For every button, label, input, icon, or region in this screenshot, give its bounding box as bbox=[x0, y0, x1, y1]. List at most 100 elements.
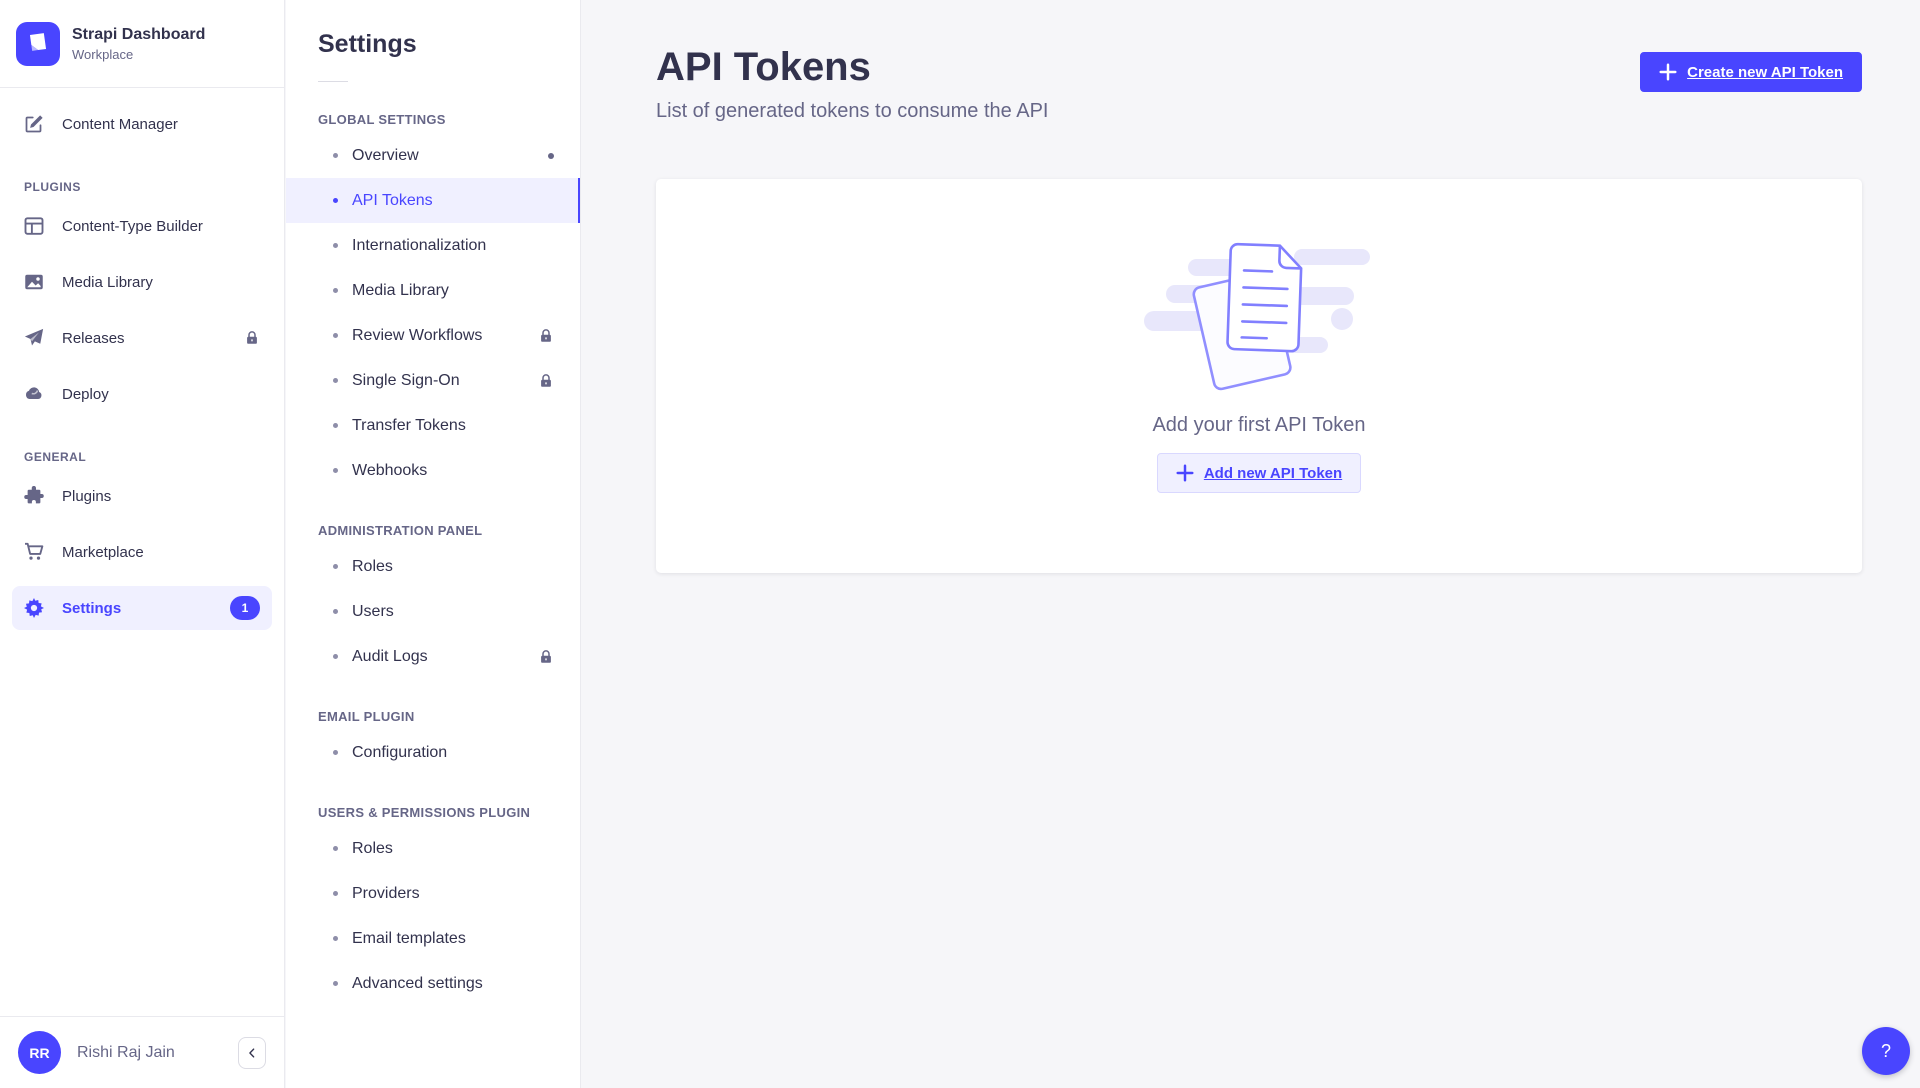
settings-item-label: Providers bbox=[352, 885, 420, 903]
sidebar-item-settings[interactable]: Settings 1 bbox=[12, 586, 272, 630]
settings-item-label: Overview bbox=[352, 147, 419, 165]
chevron-left-icon bbox=[246, 1047, 258, 1059]
settings-item-audit-logs[interactable]: Audit Logs bbox=[286, 634, 580, 679]
settings-item-roles[interactable]: Roles bbox=[286, 544, 580, 589]
bullet-icon bbox=[333, 468, 338, 473]
add-api-token-label: Add new API Token bbox=[1204, 465, 1342, 482]
api-tokens-empty-card: Add your first API Token Add new API Tok… bbox=[656, 179, 1862, 573]
main-sidebar: Strapi Dashboard Workplace Content Manag… bbox=[0, 0, 285, 1088]
bullet-icon bbox=[333, 153, 338, 158]
sidebar-item-label: Releases bbox=[62, 330, 125, 347]
add-api-token-button[interactable]: Add new API Token bbox=[1157, 453, 1361, 493]
sidebar-item-label: Marketplace bbox=[62, 544, 144, 561]
settings-item-transfer-tokens[interactable]: Transfer Tokens bbox=[286, 403, 580, 448]
bullet-icon bbox=[333, 564, 338, 569]
sidebar-item-label: Settings bbox=[62, 600, 121, 617]
settings-item-configuration[interactable]: Configuration bbox=[286, 730, 580, 775]
settings-item-label: Webhooks bbox=[352, 462, 427, 480]
paper-plane-icon bbox=[24, 328, 44, 348]
layout-icon bbox=[24, 216, 44, 236]
sidebar-item-releases[interactable]: Releases bbox=[12, 316, 272, 360]
sidebar-item-deploy[interactable]: Deploy bbox=[12, 372, 272, 416]
help-button[interactable]: ? bbox=[1862, 1027, 1910, 1075]
create-api-token-label: Create new API Token bbox=[1687, 64, 1843, 81]
lock-icon bbox=[538, 373, 554, 389]
workspace-header[interactable]: Strapi Dashboard Workplace bbox=[0, 0, 284, 88]
bullet-icon bbox=[333, 846, 338, 851]
bullet-icon bbox=[333, 198, 338, 203]
settings-item-single-sign-on[interactable]: Single Sign-On bbox=[286, 358, 580, 403]
sidebar-item-label: Plugins bbox=[62, 488, 111, 505]
sidebar-item-label: Media Library bbox=[62, 274, 153, 291]
user-name: Rishi Raj Jain bbox=[77, 1044, 175, 1062]
lock-icon bbox=[538, 328, 554, 344]
plus-icon bbox=[1659, 63, 1677, 81]
settings-item-label: Email templates bbox=[352, 930, 466, 948]
main-content: API Tokens List of generated tokens to c… bbox=[582, 0, 1920, 1088]
bullet-icon bbox=[333, 378, 338, 383]
question-mark-icon: ? bbox=[1881, 1041, 1891, 1062]
puzzle-icon bbox=[24, 486, 44, 506]
sidebar-item-media-library[interactable]: Media Library bbox=[12, 260, 272, 304]
settings-item-label: Advanced settings bbox=[352, 975, 483, 993]
create-api-token-button[interactable]: Create new API Token bbox=[1640, 52, 1862, 92]
bullet-icon bbox=[333, 288, 338, 293]
bullet-icon bbox=[333, 654, 338, 659]
sidebar-item-label: Content Manager bbox=[62, 116, 178, 133]
section-administration-panel: ADMINISTRATION PANEL bbox=[318, 523, 548, 538]
settings-item-label: Transfer Tokens bbox=[352, 417, 466, 435]
settings-item-label: Single Sign-On bbox=[352, 372, 460, 390]
sidebar-item-plugins[interactable]: Plugins bbox=[12, 474, 272, 518]
settings-item-overview[interactable]: Overview bbox=[286, 133, 580, 178]
bullet-icon bbox=[333, 609, 338, 614]
bullet-icon bbox=[333, 423, 338, 428]
settings-item-label: Review Workflows bbox=[352, 327, 482, 345]
settings-item-review-workflows[interactable]: Review Workflows bbox=[286, 313, 580, 358]
workspace-title: Strapi Dashboard bbox=[72, 25, 205, 45]
strapi-logo-icon bbox=[16, 22, 60, 66]
section-email-plugin: EMAIL PLUGIN bbox=[318, 709, 548, 724]
avatar[interactable]: RR bbox=[18, 1031, 61, 1074]
settings-item-advanced-settings[interactable]: Advanced settings bbox=[286, 961, 580, 1006]
nav-section-plugins: PLUGINS bbox=[12, 158, 272, 204]
settings-item-label: Media Library bbox=[352, 282, 449, 300]
settings-item-providers[interactable]: Providers bbox=[286, 871, 580, 916]
lock-icon bbox=[538, 649, 554, 665]
section-global-settings: GLOBAL SETTINGS bbox=[318, 112, 548, 127]
settings-item-internationalization[interactable]: Internationalization bbox=[286, 223, 580, 268]
settings-item-label: Audit Logs bbox=[352, 648, 428, 666]
image-icon bbox=[24, 272, 44, 292]
sidebar-item-content-type-builder[interactable]: Content-Type Builder bbox=[12, 204, 272, 248]
settings-panel-title: Settings bbox=[318, 30, 580, 59]
main-nav: Content Manager PLUGINS Content-Type Bui… bbox=[0, 88, 284, 1016]
settings-item-webhooks[interactable]: Webhooks bbox=[286, 448, 580, 493]
section-users-permissions-plugin: USERS & PERMISSIONS PLUGIN bbox=[318, 805, 548, 820]
sidebar-item-marketplace[interactable]: Marketplace bbox=[12, 530, 272, 574]
page-header: API Tokens List of generated tokens to c… bbox=[582, 0, 1920, 123]
settings-item-users[interactable]: Users bbox=[286, 589, 580, 634]
settings-item-label: API Tokens bbox=[352, 192, 433, 210]
bullet-icon bbox=[333, 243, 338, 248]
workspace-subtitle: Workplace bbox=[72, 47, 205, 62]
cloud-icon bbox=[24, 384, 44, 404]
sidebar-item-label: Deploy bbox=[62, 386, 109, 403]
documents-illustration bbox=[1144, 225, 1374, 400]
settings-item-label: Roles bbox=[352, 840, 393, 858]
settings-item-email-templates[interactable]: Email templates bbox=[286, 916, 580, 961]
settings-item-api-tokens[interactable]: API Tokens bbox=[286, 178, 580, 223]
settings-item-media-library[interactable]: Media Library bbox=[286, 268, 580, 313]
collapse-sidebar-button[interactable] bbox=[238, 1037, 266, 1069]
settings-panel: Settings GLOBAL SETTINGS Overview API To… bbox=[286, 0, 581, 1088]
cart-icon bbox=[24, 542, 44, 562]
sidebar-item-label: Content-Type Builder bbox=[62, 218, 203, 235]
sidebar-item-content-manager[interactable]: Content Manager bbox=[12, 102, 272, 146]
settings-item-up-roles[interactable]: Roles bbox=[286, 826, 580, 871]
bullet-icon bbox=[333, 891, 338, 896]
divider bbox=[318, 81, 348, 82]
settings-item-label: Internationalization bbox=[352, 237, 486, 255]
bullet-icon bbox=[333, 750, 338, 755]
settings-item-label: Users bbox=[352, 603, 394, 621]
pen-icon bbox=[24, 114, 44, 134]
notification-dot-icon bbox=[548, 153, 554, 159]
settings-item-label: Roles bbox=[352, 558, 393, 576]
